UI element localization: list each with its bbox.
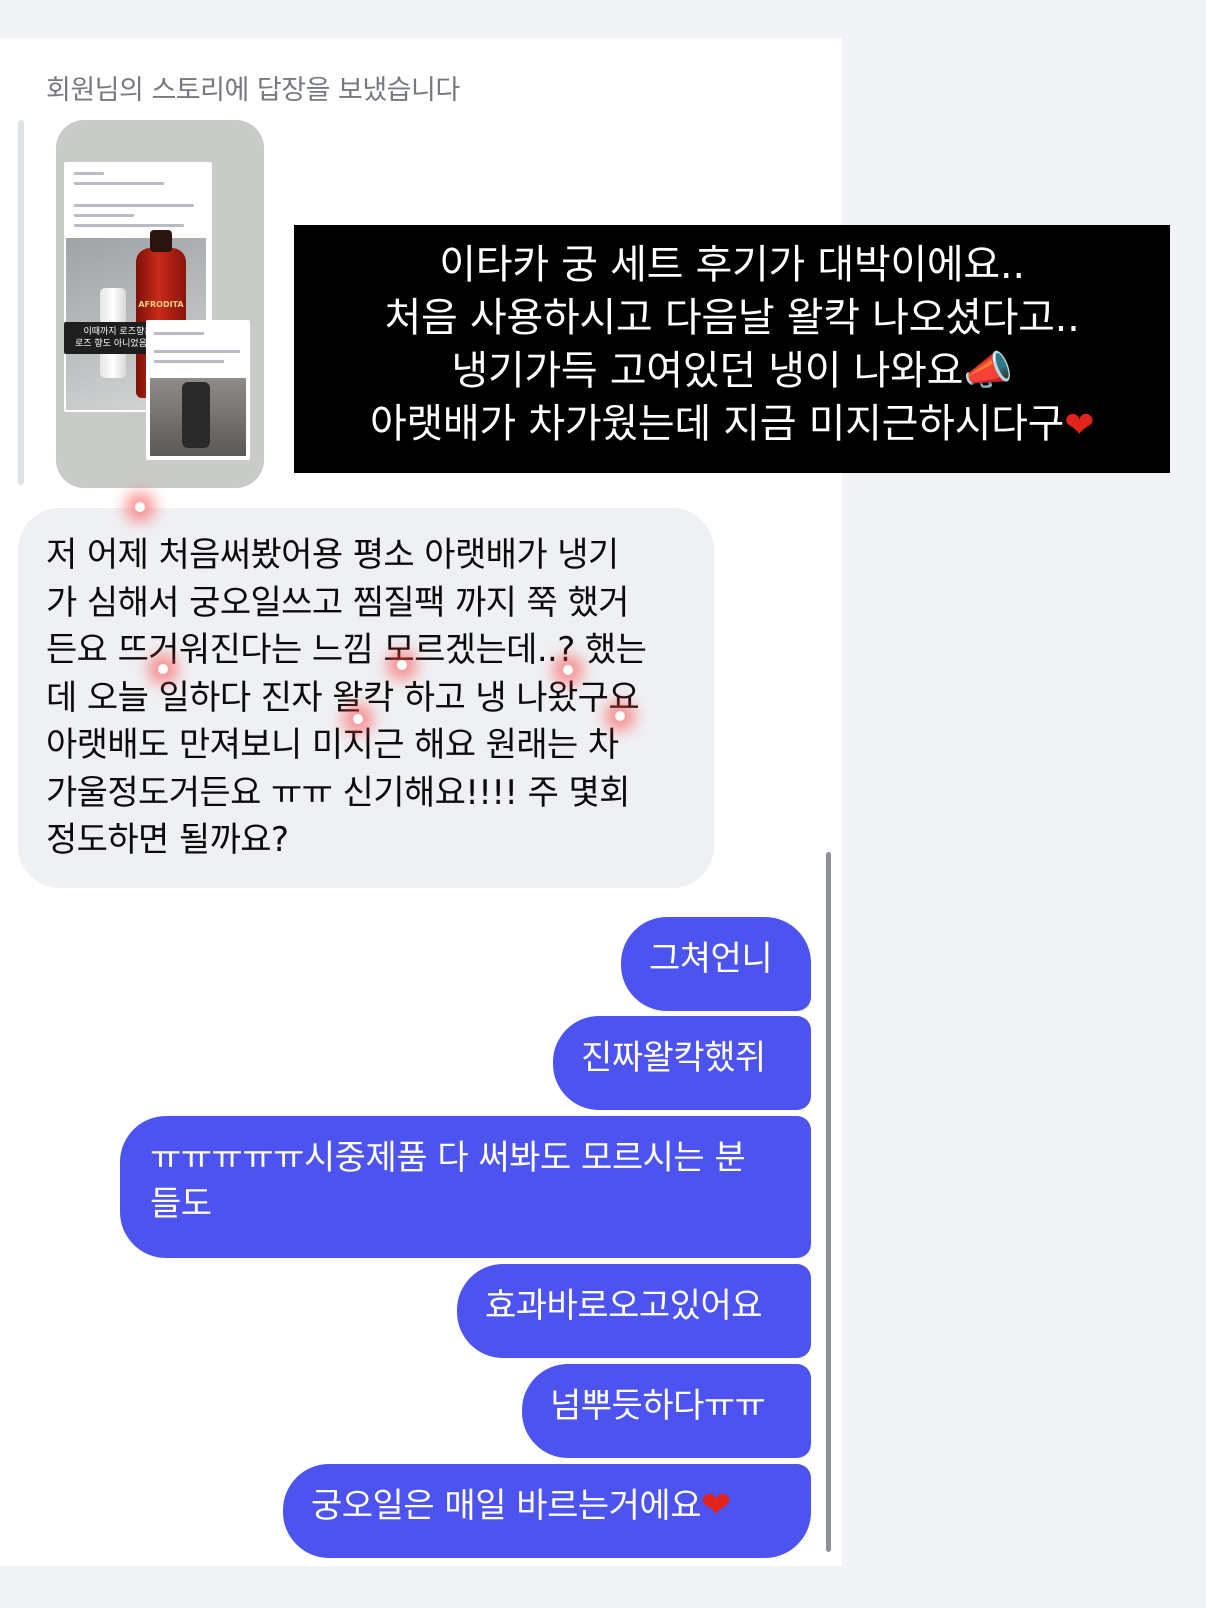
outgoing-message-bubble[interactable]: ㅠㅠㅠㅠㅠ시중제품 다 써봐도 모르시는 분 들도 <box>120 1116 811 1258</box>
message-line: ㅠㅠㅠㅠㅠ시중제품 다 써봐도 모르시는 분 <box>150 1138 746 1178</box>
reaction-glow <box>158 664 168 674</box>
overlay-line-wrap: 아랫배가 차가웠는데 지금 미지근하시다구❤ <box>294 398 1170 452</box>
overlay-line: 아랫배가 차가웠는데 지금 미지근하시다구 <box>369 401 1065 447</box>
overlay-line: 처음 사용하시고 다음날 왈칵 나오셨다고.. <box>384 295 1080 341</box>
story-thumbnail[interactable]: AFRODITA 이때까지 로즈향은 로즈 향도 아니었음요.. <box>56 120 264 488</box>
text-line <box>154 350 240 353</box>
text-line <box>74 182 164 185</box>
reaction-glow <box>397 660 407 670</box>
overlay-line: 냉기가득 고여있던 냉이 나와요 <box>451 348 964 394</box>
product-brand: AFRODITA <box>138 300 184 309</box>
reaction-glow <box>135 502 145 512</box>
text-line <box>74 224 184 227</box>
message-line: 데 오늘 일하다 진자 왈칵 하고 냉 나왔구요 <box>46 677 640 718</box>
outgoing-message-bubble[interactable]: 넘뿌듯하다ㅠㅠ <box>522 1364 811 1458</box>
overlay-line-wrap: 냉기가득 고여있던 냉이 나와요📣 <box>294 345 1170 398</box>
message-line: 가울정도거든요 ㅠㅠ 신기해요!!!! 주 몇회 <box>46 772 630 813</box>
story-reply-note: 회원님의 스토리에 답장을 보냈습니다 <box>46 75 460 106</box>
reply-indicator-bar <box>18 120 24 485</box>
reaction-glow <box>353 714 363 724</box>
reaction-glow <box>563 665 573 675</box>
text-line <box>74 204 194 207</box>
dark-bottle <box>150 378 246 456</box>
thumbnail-inset <box>146 320 250 460</box>
outgoing-message-bubble[interactable]: 궁오일은 매일 바르는거에요❤ <box>283 1464 811 1558</box>
overlay-line: 이타카 궁 세트 후기가 대박이에요.. <box>439 242 1025 288</box>
heart-icon: ❤ <box>700 1485 731 1526</box>
message-line: 가 심해서 궁오일쓰고 찜질팩 까지 쭉 했거 <box>46 582 629 623</box>
outgoing-message-bubble[interactable]: 진짜왈칵했쥐 <box>553 1016 811 1110</box>
story-overlay-caption: 이타카 궁 세트 후기가 대박이에요.. 처음 사용하시고 다음날 왈칵 나오셨… <box>294 225 1170 473</box>
message-text: 궁오일은 매일 바르는거에요 <box>311 1486 701 1526</box>
message-line: 들도 <box>150 1184 212 1224</box>
reaction-glow <box>615 711 625 721</box>
incoming-message-bubble[interactable]: 저 어제 처음써봤어용 평소 아랫배가 냉기 가 심해서 궁오일쓰고 찜질팩 까… <box>18 508 714 888</box>
outgoing-message-bubble[interactable]: 그쳐언니 <box>621 917 811 1011</box>
text-line <box>74 214 134 217</box>
bottle-cap <box>150 230 172 252</box>
heart-icon: ❤ <box>1064 405 1095 446</box>
scrollbar[interactable] <box>826 852 831 1552</box>
message-line: 저 어제 처음써봤어용 평소 아랫배가 냉기 <box>46 535 619 575</box>
megaphone-icon: 📣 <box>963 348 1013 394</box>
text-line <box>74 172 104 175</box>
text-line <box>154 360 224 363</box>
text-line <box>154 332 204 335</box>
message-line: 아랫배도 만져보니 미지근 해요 원래는 차 <box>46 725 619 765</box>
message-line: 든요 뜨거워진다는 느낌 모르겠는데..? 했는 <box>46 630 647 670</box>
message-line: 정도하면 될까요? <box>46 820 289 860</box>
outgoing-message-bubble[interactable]: 효과바로오고있어요 <box>457 1264 811 1358</box>
